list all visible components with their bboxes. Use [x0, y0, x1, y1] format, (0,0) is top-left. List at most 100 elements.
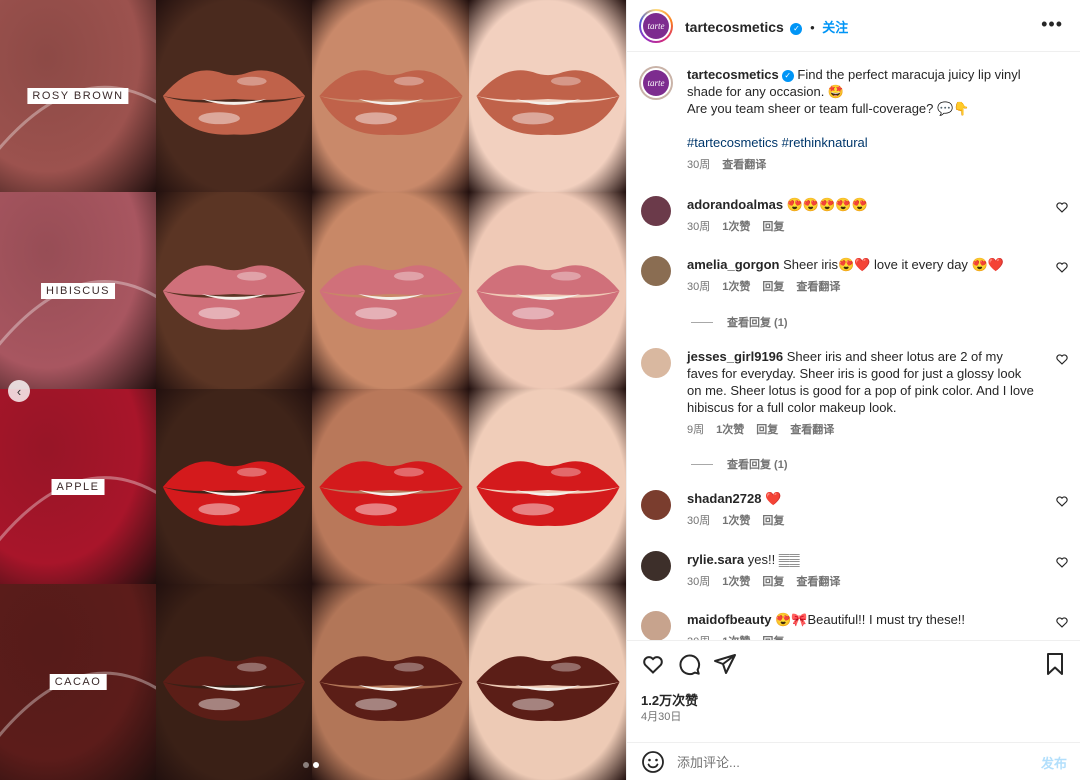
comment-text: ❤️ — [765, 491, 782, 506]
comment-like-heart-icon[interactable] — [1055, 352, 1069, 366]
verified-badge-icon: ✓ — [781, 69, 794, 82]
caption-avatar[interactable]: tarte — [639, 66, 673, 100]
comment-like-count[interactable]: 1次赞 — [722, 574, 750, 591]
post-date: 4月30日 — [641, 711, 682, 723]
comment-meta: 9周 1次赞 回复 查看翻译 — [687, 422, 1037, 439]
lip-photo — [469, 389, 626, 584]
commenter-avatar[interactable] — [641, 196, 671, 226]
post-comment-button[interactable]: 发布 — [1041, 753, 1067, 772]
carousel-dot[interactable] — [303, 762, 309, 768]
lip-illustration — [475, 264, 620, 330]
shade-swatch-rosy-brown: ROSY BROWN — [0, 0, 156, 192]
view-replies-button[interactable]: 查看回复 (1) — [691, 314, 788, 330]
comment-like-heart-icon[interactable] — [1055, 260, 1069, 274]
commenter-avatar[interactable] — [641, 611, 671, 640]
like-heart-icon[interactable] — [641, 652, 665, 676]
reply-button[interactable]: 回复 — [756, 422, 778, 439]
caption-username[interactable]: tartecosmetics — [687, 67, 779, 82]
replies-divider — [691, 321, 713, 323]
post-caption: tarte tartecosmetics ✓ Find the perfect m… — [627, 66, 1080, 186]
post-detail-panel: tarte tartecosmetics ✓ • 关注 ••• tarte ta… — [626, 0, 1080, 780]
author-username[interactable]: tartecosmetics — [685, 19, 784, 35]
author-avatar[interactable]: tarte — [639, 9, 673, 43]
commenter-avatar[interactable] — [641, 256, 671, 286]
lip-illustration — [475, 656, 620, 721]
comment-like-count[interactable]: 1次赞 — [722, 279, 750, 296]
comment-like-count[interactable]: 1次赞 — [722, 513, 750, 530]
lip-photo — [469, 192, 626, 389]
comment-like-count[interactable]: 1次赞 — [716, 422, 744, 439]
comment-text: 😍🎀Beautiful!! I must try these!! — [775, 612, 966, 627]
comment-meta: 30周 1次赞 回复 查看翻译 — [687, 279, 1037, 296]
commenter-avatar[interactable] — [641, 348, 671, 378]
commenter-username[interactable]: adorandoalmas — [687, 197, 783, 212]
translate-link[interactable]: 查看翻译 — [790, 422, 834, 439]
post-header: tarte tartecosmetics ✓ • 关注 ••• — [627, 0, 1080, 52]
more-options-icon[interactable]: ••• — [1041, 14, 1063, 35]
caption-hashtags[interactable]: #tartecosmetics #rethinknatural — [687, 135, 868, 150]
carousel-prev-arrow-icon[interactable]: ‹ — [8, 380, 30, 402]
separator-dot: • — [810, 20, 815, 35]
comment-like-heart-icon[interactable] — [1055, 494, 1069, 508]
lip-photo — [312, 389, 469, 584]
comment-time[interactable]: 9周 — [687, 422, 704, 439]
commenter-username[interactable]: jesses_girl9196 — [687, 349, 783, 364]
carousel-dots — [303, 762, 319, 768]
reply-button[interactable]: 回复 — [762, 574, 784, 591]
comment-like-heart-icon[interactable] — [1055, 200, 1069, 214]
reply-button[interactable]: 回复 — [762, 219, 784, 236]
view-replies-label[interactable]: 查看回复 (1) — [727, 314, 788, 330]
shade-swatch-hibiscus: HIBISCUS — [0, 192, 156, 389]
replies-divider — [691, 463, 713, 465]
comment-text: 😍😍😍😍😍 — [786, 197, 868, 212]
comment-like-heart-icon[interactable] — [1055, 615, 1069, 629]
commenter-username[interactable]: rylie.sara — [687, 552, 744, 567]
view-replies-button[interactable]: 查看回复 (1) — [691, 456, 788, 472]
comment-bubble-icon[interactable] — [677, 652, 701, 676]
lip-photo — [156, 192, 312, 389]
lip-photo — [156, 389, 312, 584]
shade-label: ROSY BROWN — [27, 88, 129, 104]
shade-label: CACAO — [49, 674, 107, 690]
reply-button[interactable]: 回复 — [762, 513, 784, 530]
lip-photo — [156, 0, 312, 192]
caption-time[interactable]: 30周 — [687, 157, 710, 174]
like-count[interactable]: 1.2万次赞 — [641, 690, 698, 709]
post-media-carousel[interactable]: ROSY BROWN HIBISCUS APPLE CACAO ‹ — [0, 0, 626, 780]
view-replies-label[interactable]: 查看回复 (1) — [727, 456, 788, 472]
lip-photo — [156, 584, 312, 780]
emoji-picker-icon[interactable] — [641, 750, 665, 774]
commenter-avatar[interactable] — [641, 490, 671, 520]
comment-time[interactable]: 30周 — [687, 219, 710, 236]
commenter-username[interactable]: shadan2728 — [687, 491, 761, 506]
comment-time[interactable]: 30周 — [687, 279, 710, 296]
comment-like-count[interactable]: 1次赞 — [722, 219, 750, 236]
comments-list[interactable]: tarte tartecosmetics ✓ Find the perfect m… — [627, 52, 1080, 640]
comment-text: Sheer iris😍❤️ love it every day 😍❤️ — [783, 257, 1004, 272]
lip-illustration — [475, 460, 620, 526]
caption-meta: 30周 查看翻译 — [687, 157, 1037, 174]
commenter-avatar[interactable] — [641, 551, 671, 581]
caption-line2: Are you team sheer or team full-coverage… — [687, 101, 970, 116]
translate-link[interactable]: 查看翻译 — [796, 279, 840, 296]
lip-photo — [469, 584, 626, 780]
avatar-logo: tarte — [643, 13, 669, 39]
comment-meta: 30周 1次赞 回复 — [687, 219, 1037, 236]
reply-button[interactable]: 回复 — [762, 279, 784, 296]
share-send-icon[interactable] — [713, 652, 737, 676]
comment-like-heart-icon[interactable] — [1055, 555, 1069, 569]
save-bookmark-icon[interactable] — [1043, 652, 1067, 676]
translate-link[interactable]: 查看翻译 — [796, 574, 840, 591]
carousel-dot[interactable] — [313, 762, 319, 768]
comment-time[interactable]: 30周 — [687, 513, 710, 530]
commenter-username[interactable]: amelia_gorgon — [687, 257, 779, 272]
comment-time[interactable]: 30周 — [687, 574, 710, 591]
commenter-username[interactable]: maidofbeauty — [687, 612, 772, 627]
caption-translate-link[interactable]: 查看翻译 — [722, 157, 766, 174]
comment-meta: 30周 1次赞 回复 — [687, 513, 1037, 530]
lip-illustration — [318, 460, 463, 526]
verified-badge-icon: ✓ — [790, 22, 803, 35]
follow-button[interactable]: 关注 — [822, 20, 848, 35]
comment-input[interactable] — [677, 752, 997, 772]
post-actions-bar: 1.2万次赞 4月30日 发布 — [627, 640, 1080, 780]
